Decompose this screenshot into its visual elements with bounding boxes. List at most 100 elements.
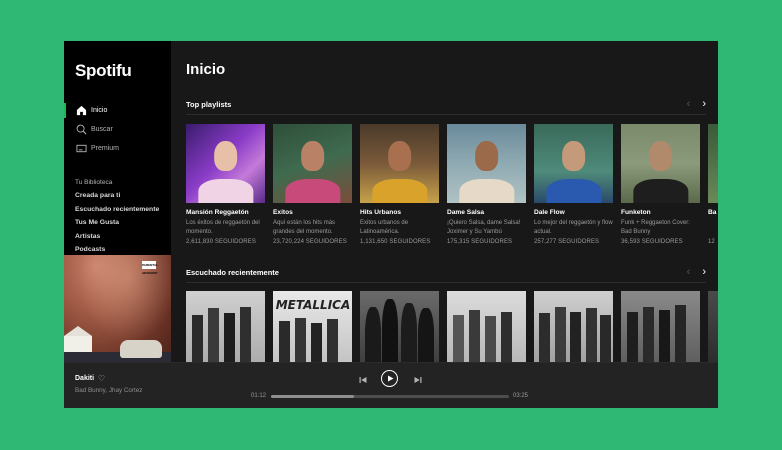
album-cover xyxy=(447,291,526,362)
cover-figure xyxy=(674,305,686,362)
library-list: Creada para ti Escuchado recientemente T… xyxy=(75,192,159,260)
next-track-button[interactable] xyxy=(412,374,424,386)
section-divider xyxy=(186,114,706,115)
nav-label: Buscar xyxy=(91,126,113,133)
playlist-card[interactable]: Hits Urbanos Éxitos urbanos de Latinoamé… xyxy=(360,124,439,245)
nav-item-premium[interactable]: Premium xyxy=(64,139,171,158)
cover-face xyxy=(300,141,325,172)
now-playing-title[interactable]: Dakiti xyxy=(75,375,94,382)
album-card[interactable] xyxy=(447,291,526,362)
cover-figure xyxy=(600,314,612,362)
player-bar: Dakiti ♡ Bad Bunny, Jhay Cortez 01:12 03… xyxy=(64,362,718,408)
cover-face xyxy=(561,141,586,172)
cover-figure xyxy=(223,313,235,362)
cover-figure xyxy=(401,302,417,362)
cover-figure xyxy=(418,308,435,362)
playlist-card[interactable]: Dale Flow Lo mejor del reggaetón y flow … xyxy=(534,124,613,245)
album-card[interactable] xyxy=(621,291,700,362)
card-title: Dame Salsa xyxy=(447,209,485,216)
card-followers: 2,611,830 SEGUIDORES xyxy=(186,239,256,245)
library-item[interactable]: Escuchado recientemente xyxy=(75,206,159,220)
page-title: Inicio xyxy=(186,61,226,78)
card-title: Hits Urbanos xyxy=(360,209,402,216)
cover-face xyxy=(648,141,673,172)
parental-advisory-badge: PARENTAL ADVISORY xyxy=(142,261,158,275)
nav-item-inicio[interactable]: Inicio xyxy=(64,101,171,120)
svg-text:METALLICA: METALLICA xyxy=(276,298,351,312)
cover-figure xyxy=(500,311,512,362)
cover-figure xyxy=(364,306,381,362)
nav-item-buscar[interactable]: Buscar xyxy=(64,120,171,139)
heart-icon[interactable]: ♡ xyxy=(98,374,105,383)
cover-figure xyxy=(458,179,515,203)
nav-label: Inicio xyxy=(91,107,108,114)
card-followers: 175,315 SEGUIDORES xyxy=(447,239,513,245)
chevron-left-icon[interactable]: ‹ xyxy=(687,267,691,278)
cover-face xyxy=(474,141,499,172)
album-cover xyxy=(186,291,265,362)
library-item[interactable]: Creada para ti xyxy=(75,192,159,206)
top-playlists-row: Mansión Reggaetón Los éxitos de reggaetó… xyxy=(186,124,718,245)
library-item[interactable]: Tus Me Gusta xyxy=(75,219,159,233)
card-description: Funk + Reggaeton Cover: Bad Bunny xyxy=(621,220,690,235)
album-card[interactable] xyxy=(360,291,439,362)
card-followers: 23,720,224 SEGUIDORES xyxy=(273,239,347,245)
chevron-right-icon[interactable]: › xyxy=(702,99,706,110)
card-followers: 36,593 SEGUIDORES xyxy=(621,239,683,245)
cover-figure xyxy=(545,179,602,203)
playlist-card[interactable]: Funketon Funk + Reggaeton Cover: Bad Bun… xyxy=(621,124,700,245)
search-icon xyxy=(75,124,87,136)
card-title: Dale Flow xyxy=(534,209,565,216)
card-title: Éxitos xyxy=(273,209,293,216)
premium-icon xyxy=(75,143,87,155)
top-playlists-arrows: ‹ › xyxy=(687,99,706,110)
app-window: Spotifu Inicio Buscar Premium Tu Bibliot… xyxy=(64,41,718,408)
playlist-card[interactable]: Éxitos Aquí están los hits más grandes d… xyxy=(273,124,352,245)
cover-face xyxy=(387,141,412,172)
album-art-roof xyxy=(64,326,92,336)
metallica-logo-icon: METALLICA xyxy=(276,298,351,312)
progress-bar[interactable] xyxy=(271,395,509,398)
album-art-car xyxy=(120,340,162,358)
cover-figure xyxy=(239,306,251,362)
now-playing-album-art[interactable]: PARENTAL ADVISORY xyxy=(64,255,171,362)
previous-track-button[interactable] xyxy=(357,374,369,386)
album-card[interactable] xyxy=(708,291,718,362)
cover-figure xyxy=(469,309,481,362)
chevron-left-icon[interactable]: ‹ xyxy=(687,99,691,110)
cover-figure xyxy=(453,314,465,362)
cover-figure xyxy=(586,308,598,362)
cover-face xyxy=(213,141,238,172)
playlist-card[interactable]: Ba 12 xyxy=(708,124,718,245)
now-playing-artist[interactable]: Bad Bunny, Jhay Cortez xyxy=(75,387,142,394)
album-card[interactable] xyxy=(534,291,613,362)
playlist-card[interactable]: Dame Salsa ¡Quiero Salsa, dame Salsa! Jo… xyxy=(447,124,526,245)
card-title: Mansión Reggaetón xyxy=(186,209,249,216)
card-description: Los éxitos de reggaetón del momento. xyxy=(186,220,260,235)
recently-played-arrows: ‹ › xyxy=(687,267,706,278)
section-title-recently-played: Escuchado recientemente xyxy=(186,268,279,277)
card-title: Ba xyxy=(708,209,717,216)
recently-played-row: METALLICA xyxy=(186,291,718,362)
playlist-card[interactable]: Mansión Reggaetón Los éxitos de reggaetó… xyxy=(186,124,265,245)
cover-figure xyxy=(538,313,550,362)
app-logo[interactable]: Spotifu xyxy=(75,61,132,81)
album-cover: METALLICA xyxy=(273,291,352,362)
album-cover xyxy=(534,291,613,362)
album-card[interactable] xyxy=(186,291,265,362)
play-icon xyxy=(387,375,393,382)
album-card[interactable]: METALLICA xyxy=(273,291,352,362)
cover-figure xyxy=(554,306,566,362)
section-divider xyxy=(186,282,706,283)
play-button[interactable] xyxy=(381,370,398,387)
library-item[interactable]: Artistas xyxy=(75,233,159,247)
cover-figure xyxy=(208,308,220,362)
cover-figure xyxy=(570,311,582,362)
main-nav: Inicio Buscar Premium xyxy=(64,101,171,158)
playlist-cover xyxy=(447,124,526,203)
cover-figure xyxy=(295,317,307,362)
album-cover xyxy=(708,291,718,362)
cover-figure xyxy=(326,319,338,362)
cover-figure xyxy=(382,298,398,362)
chevron-right-icon[interactable]: › xyxy=(702,267,706,278)
